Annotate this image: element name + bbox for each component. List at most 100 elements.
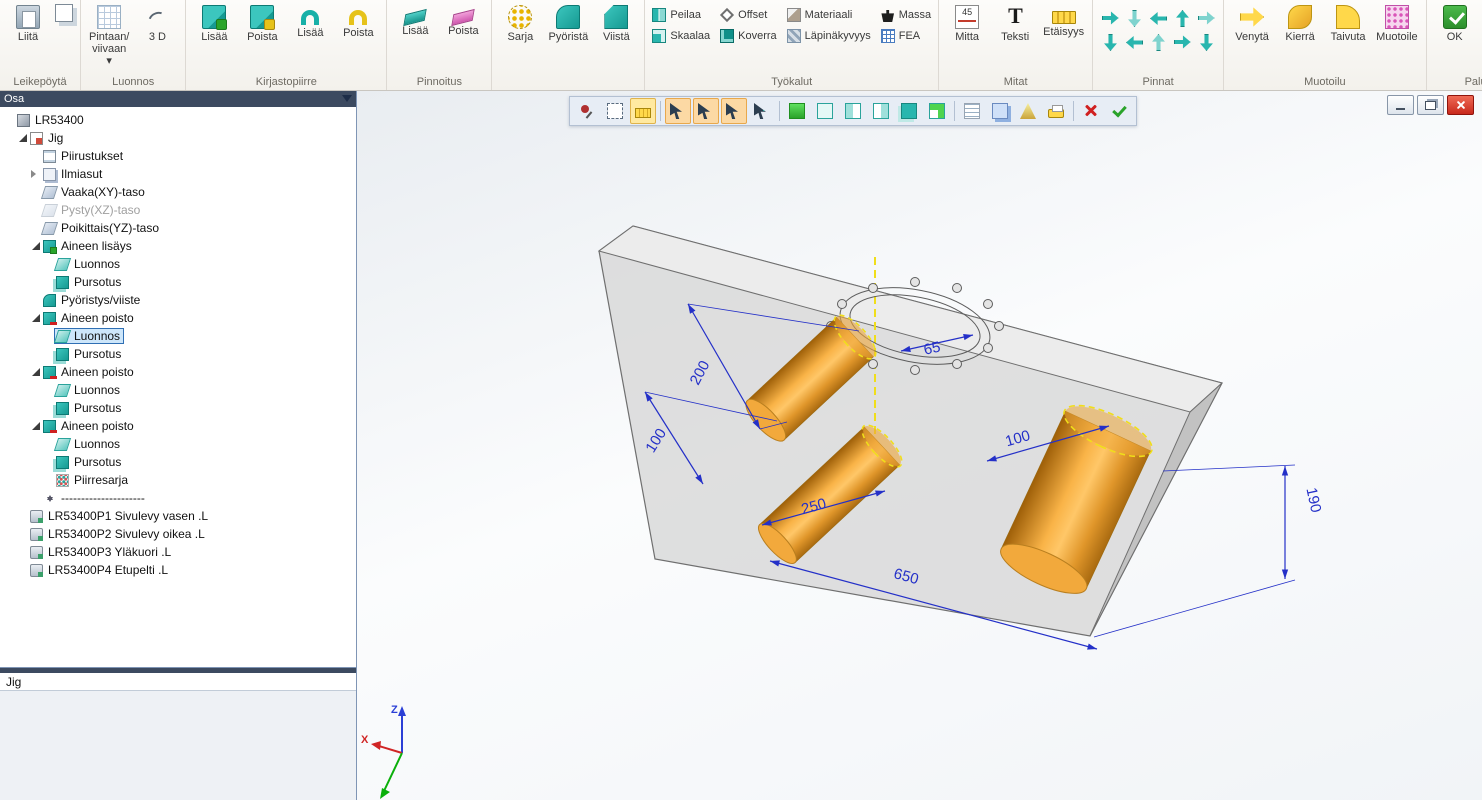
tree-item-ilmiasut[interactable]: Ilmiasut: [0, 165, 356, 183]
face-mirror-button[interactable]: [1196, 8, 1216, 28]
expand-arrow-icon[interactable]: [30, 422, 41, 430]
expand-arrow-icon[interactable]: [30, 368, 41, 376]
tree-item-label: Aineen poisto: [61, 365, 134, 379]
ribbon-button-materiaali[interactable]: Materiaali: [787, 8, 871, 22]
apply-button[interactable]: [1106, 98, 1132, 124]
ribbon-button-poista[interactable]: Poista: [335, 2, 381, 40]
snap-element-button[interactable]: [749, 98, 775, 124]
ribbon-button-läpinäkyvyys[interactable]: Läpinäkyvyys: [787, 29, 871, 43]
face-extend-button[interactable]: [1172, 32, 1192, 52]
ribbon-button-venytä[interactable]: Venytä: [1229, 2, 1275, 44]
shaded-edges-view-button[interactable]: [868, 98, 894, 124]
ribbon-button-taivuta[interactable]: Taivuta: [1325, 2, 1371, 44]
tree-item-luonnos[interactable]: Luonnos: [0, 381, 356, 399]
normal-to-view-button[interactable]: [924, 98, 950, 124]
tree-item-pysty-xz-taso[interactable]: Pysty(XZ)-taso: [0, 201, 356, 219]
pin-button[interactable]: [574, 98, 600, 124]
tree-item-[interactable]: ---------------------: [0, 489, 356, 507]
tree-item-luonnos[interactable]: Luonnos: [0, 435, 356, 453]
tree-item-aineen-poisto[interactable]: Aineen poisto: [0, 309, 356, 327]
tree-item-aineen-poisto[interactable]: Aineen poisto: [0, 363, 356, 381]
ribbon-button-offset[interactable]: Offset: [720, 8, 777, 22]
ribbon-button-mitta[interactable]: Mitta: [944, 2, 990, 44]
tree-item-lr53400p2-sivulevy-oikea-l[interactable]: LR53400P2 Sivulevy oikea .L: [0, 525, 356, 543]
ribbon-button-etäisyys[interactable]: Etäisyys: [1040, 2, 1087, 39]
tree-item-pyöristys-viiste[interactable]: Pyöristys/viiste: [0, 291, 356, 309]
hidden-edges-view-button[interactable]: [840, 98, 866, 124]
3d-viewport[interactable]: 200 100 65 250 100 650 190: [357, 91, 1482, 800]
tree-item-jig[interactable]: Jig: [0, 129, 356, 147]
select-region-icon: [607, 103, 623, 119]
feature-list-button[interactable]: [959, 98, 985, 124]
delete-button[interactable]: [1078, 98, 1104, 124]
tree-item-pursotus[interactable]: Pursotus: [0, 399, 356, 417]
panel-collapse-icon[interactable]: [342, 95, 352, 102]
ribbon-button-muotoile[interactable]: Muotoile: [1373, 2, 1421, 44]
ribbon-button-skaalaa[interactable]: Skaalaa: [652, 29, 710, 43]
snap-free-button[interactable]: [665, 98, 691, 124]
print-button[interactable]: [1043, 98, 1069, 124]
ribbon-button-viistä[interactable]: Viistä: [593, 2, 639, 44]
expand-arrow-icon[interactable]: [17, 134, 28, 142]
ribbon-button-poista[interactable]: Poista: [440, 2, 486, 38]
face-replace-button[interactable]: [1148, 32, 1168, 52]
ribbon-button-peilaa[interactable]: Peilaa: [652, 8, 710, 22]
tree-item-lr53400p1-sivulevy-vasen-l[interactable]: LR53400P1 Sivulevy vasen .L: [0, 507, 356, 525]
tree-item-pursotus[interactable]: Pursotus: [0, 345, 356, 363]
tree-item-pursotus[interactable]: Pursotus: [0, 453, 356, 471]
wireframe-view-button[interactable]: [812, 98, 838, 124]
ribbon-button-massa[interactable]: Massa: [881, 8, 931, 22]
ribbon-button-3-d[interactable]: 3 D: [134, 2, 180, 44]
expand-arrow-icon[interactable]: [30, 242, 41, 250]
ribbon-button-pyöristä[interactable]: Pyöristä: [545, 2, 591, 44]
tree-item-piirresarja[interactable]: Piirresarja: [0, 471, 356, 489]
tree-item-luonnos[interactable]: Luonnos: [0, 327, 356, 345]
ribbon-button-koverra[interactable]: Koverra: [720, 29, 777, 43]
ribbon-button-sarja[interactable]: Sarja: [497, 2, 543, 44]
tree-item-lr53400p3-yläkuori-l[interactable]: LR53400P3 Yläkuori .L: [0, 543, 356, 561]
face-pull-button[interactable]: [1124, 8, 1144, 28]
select-region-button[interactable]: [602, 98, 628, 124]
face-copy-button[interactable]: [1172, 8, 1192, 28]
tree-item-label: LR53400: [35, 113, 84, 127]
tree-item-aineen-lisäys[interactable]: Aineen lisäys: [0, 237, 356, 255]
levels-button[interactable]: [987, 98, 1013, 124]
tree-item-vaaka-xy-taso[interactable]: Vaaka(XY)-taso: [0, 183, 356, 201]
snap-edge-button[interactable]: [721, 98, 747, 124]
close-button[interactable]: [1447, 95, 1474, 115]
expand-arrow-icon[interactable]: [30, 314, 41, 322]
ribbon-button-lisää[interactable]: Lisää: [191, 2, 237, 44]
tree-item-lr53400[interactable]: LR53400: [0, 111, 356, 129]
ribbon-button-kierrä[interactable]: Kierrä: [1277, 2, 1323, 44]
snap-vertex-button[interactable]: [693, 98, 719, 124]
ribbon-button-pintaan-viivaan[interactable]: Pintaan/ viivaan ▾: [86, 2, 132, 68]
copy-button[interactable]: [53, 2, 75, 24]
tree-item-poikittais-yz-taso[interactable]: Poikittais(YZ)-taso: [0, 219, 356, 237]
ribbon-button-lisää[interactable]: Lisää: [392, 2, 438, 38]
perspective-view-button[interactable]: [896, 98, 922, 124]
ribbon-button-ok[interactable]: OK: [1432, 2, 1478, 44]
fea-icon: [881, 29, 895, 43]
tree-item-pursotus[interactable]: Pursotus: [0, 273, 356, 291]
shaded-view-button[interactable]: [784, 98, 810, 124]
minimize-button[interactable]: [1387, 95, 1414, 115]
tree-item-piirustukset[interactable]: Piirustukset: [0, 147, 356, 165]
face-split-button[interactable]: [1100, 32, 1120, 52]
tree-item-aineen-poisto[interactable]: Aineen poisto: [0, 417, 356, 435]
face-move-button[interactable]: [1100, 8, 1120, 28]
tree-item-lr53400p4-etupelti-l[interactable]: LR53400P4 Etupelti .L: [0, 561, 356, 579]
face-delete-button[interactable]: [1196, 32, 1216, 52]
tree-item-luonnos[interactable]: Luonnos: [0, 255, 356, 273]
collapse-arrow-icon[interactable]: [30, 170, 41, 178]
ribbon-button-liitä[interactable]: Liitä: [5, 2, 51, 44]
face-merge-button[interactable]: [1124, 32, 1144, 52]
ribbon-button-lisää[interactable]: Lisää: [287, 2, 333, 40]
ribbon-button-poista[interactable]: Poista: [239, 2, 285, 44]
ribbon-button-teksti[interactable]: Teksti: [992, 2, 1038, 44]
bottom-panel-item-jig[interactable]: Jig: [0, 673, 356, 691]
face-offset-button[interactable]: [1148, 8, 1168, 28]
measure-ruler-button[interactable]: [630, 98, 656, 124]
restore-button[interactable]: [1417, 95, 1444, 115]
ribbon-button-fea[interactable]: FEA: [881, 29, 931, 43]
light-button[interactable]: [1015, 98, 1041, 124]
